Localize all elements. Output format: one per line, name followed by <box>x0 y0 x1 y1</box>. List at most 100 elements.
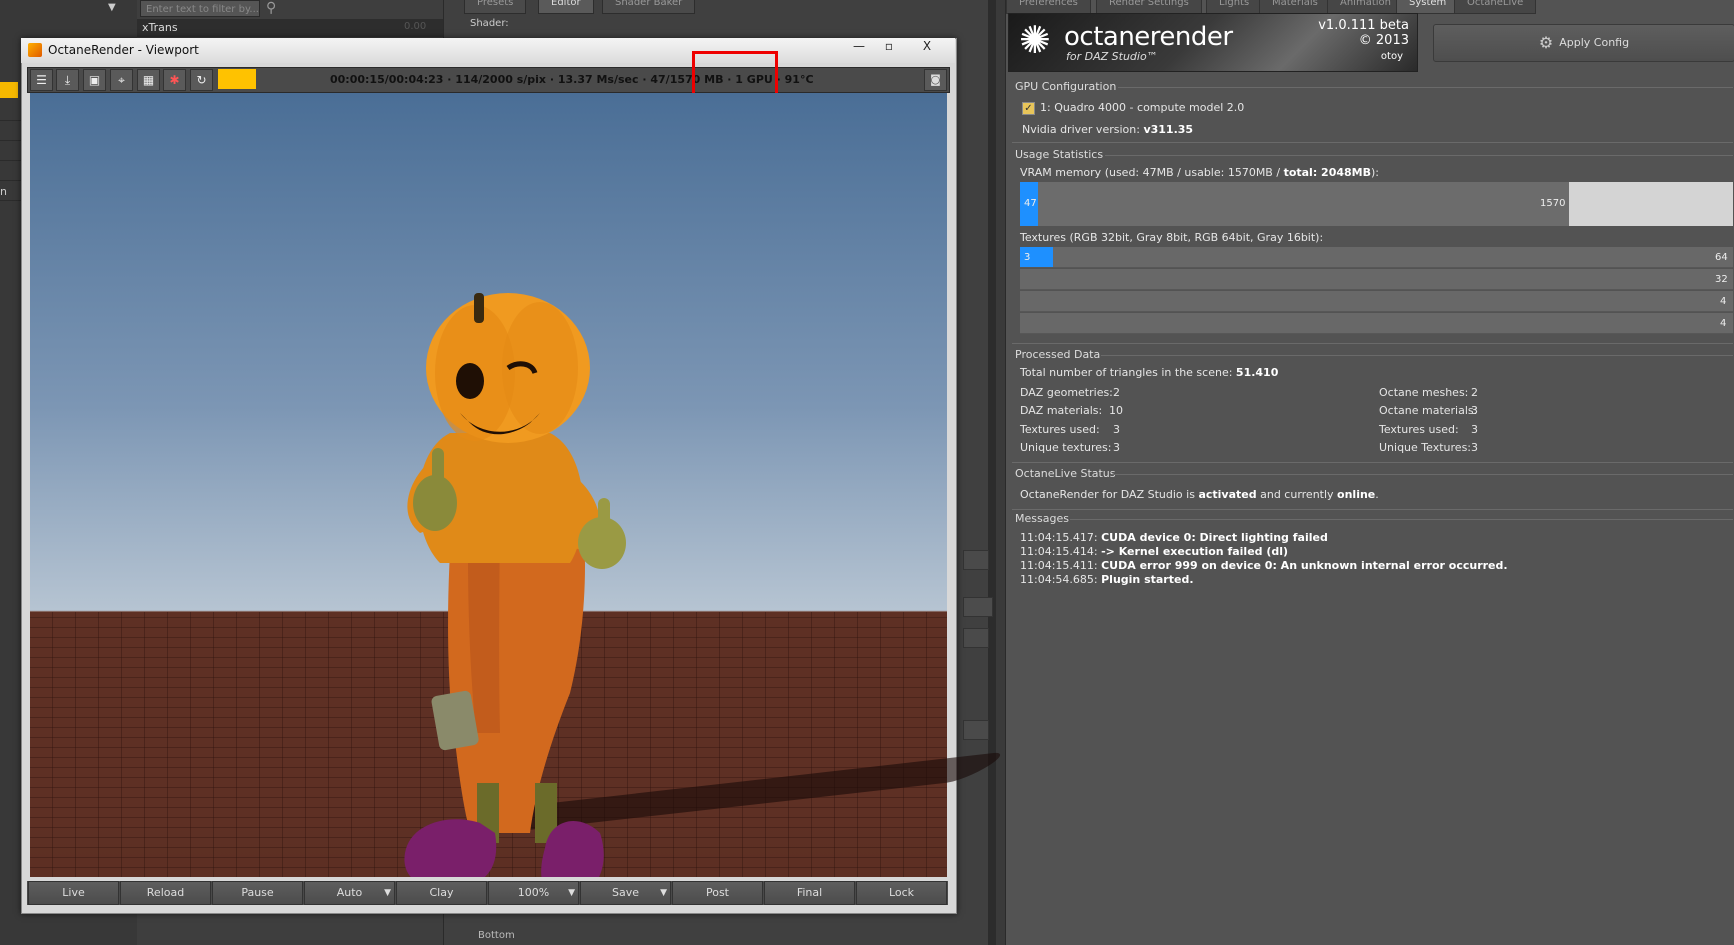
import-icon[interactable]: ⤓ <box>56 69 79 91</box>
driver-version: Nvidia driver version: v311.35 <box>1022 123 1194 136</box>
texture-max-label: 32 <box>1715 274 1728 285</box>
message-line: 11:04:15.414: -> Kernel execution failed… <box>1020 545 1289 558</box>
tab-system[interactable]: System <box>1396 0 1460 14</box>
minimize-icon[interactable]: — <box>846 38 872 55</box>
octane-textures-used-value: 3 <box>1471 423 1478 436</box>
message-line: 11:04:54.685: Plugin started. <box>1020 573 1194 586</box>
save-dropdown[interactable]: Save ▼ <box>580 881 671 905</box>
viewport-title: OctaneRender - Viewport <box>48 43 199 57</box>
octanelive-status: OctaneRender for DAZ Studio is activated… <box>1020 488 1379 501</box>
grid-icon[interactable]: ▦ <box>137 69 160 91</box>
vram-usable-label: 1570 <box>1540 198 1566 209</box>
close-icon[interactable]: X <box>914 38 940 55</box>
scrollbar[interactable] <box>988 0 996 945</box>
tab-presets[interactable]: Presets <box>464 0 527 14</box>
textures-label: Textures (RGB 32bit, Gray 8bit, RGB 64bi… <box>1020 231 1324 244</box>
vram-used-label: 47 <box>1024 198 1037 209</box>
xtrans-row[interactable]: xTrans <box>137 19 443 37</box>
triangle-count: Total number of triangles in the scene: … <box>1020 366 1279 379</box>
auto-dropdown[interactable]: Auto ▼ <box>304 881 395 905</box>
tab-shader-baker[interactable]: Shader Baker <box>602 0 696 14</box>
side-dropdown-button[interactable] <box>963 628 989 648</box>
octane-meshes-label: Octane meshes: <box>1379 386 1469 399</box>
gpu-config-header: GPU Configuration <box>1015 80 1117 93</box>
side-stub-button[interactable] <box>963 550 989 570</box>
unique-textures-value: 3 <box>1113 441 1120 454</box>
texture-bar-rgb64 <box>1020 291 1733 312</box>
zoom-dropdown[interactable]: 100% ▼ <box>488 881 579 905</box>
vram-label: VRAM memory (used: 47MB / usable: 1570MB… <box>1020 166 1380 179</box>
octane-unique-textures-value: 3 <box>1471 441 1478 454</box>
octane-meshes-value: 2 <box>1471 386 1478 399</box>
octane-logo: ✺ octanerender for DAZ Studio™ v1.0.111 … <box>1008 13 1418 72</box>
gpu-device-row[interactable]: ✓ 1: Quadro 4000 - compute model 2.0 <box>1022 101 1244 115</box>
side-stub-button[interactable] <box>963 720 989 740</box>
tab-editor[interactable]: Editor <box>538 0 594 14</box>
camera-icon[interactable]: ◙ <box>924 69 947 91</box>
chevron-down-icon: ▼ <box>660 888 667 898</box>
texture-used-label: 3 <box>1024 252 1031 263</box>
texture-bar-gray8 <box>1020 269 1733 290</box>
octanelive-header: OctaneLive Status <box>1015 467 1116 480</box>
reload-button[interactable]: Reload <box>120 881 211 905</box>
octane-app-icon <box>28 43 42 57</box>
pause-button[interactable]: Pause <box>212 881 303 905</box>
xtrans-value: 0.00 <box>404 21 427 32</box>
tab-lights[interactable]: Lights <box>1206 0 1263 14</box>
truncated-label: n <box>0 185 7 198</box>
color-swatch[interactable] <box>218 69 256 89</box>
menu-icon[interactable]: ☰ <box>30 69 53 91</box>
target-icon[interactable]: ⌖ <box>110 69 133 91</box>
octane-unique-textures-label: Unique Textures: <box>1379 441 1472 454</box>
vram-free-fill <box>1569 182 1733 226</box>
message-line: 11:04:15.417: CUDA device 0: Direct ligh… <box>1020 531 1328 544</box>
restore-icon[interactable]: ▫ <box>876 38 902 55</box>
logo-subtitle: for DAZ Studio™ <box>1066 50 1158 63</box>
tab-preferences[interactable]: Preferences <box>1006 0 1091 14</box>
color-wheel-icon[interactable]: ✱ <box>163 69 186 91</box>
texture-max-label: 64 <box>1715 252 1728 263</box>
logo-version: v1.0.111 beta © 2013 <box>1318 18 1409 48</box>
octane-materials-value: 3 <box>1471 404 1478 417</box>
chevron-down-icon: ▼ <box>568 888 575 898</box>
live-button[interactable]: Live <box>28 881 119 905</box>
gpu-checkbox[interactable]: ✓ <box>1022 101 1035 115</box>
bottom-label: Bottom <box>478 930 515 941</box>
texture-bar-gray16 <box>1020 313 1733 334</box>
texture-bar-rgb32 <box>1020 247 1733 268</box>
message-line: 11:04:15.411: CUDA error 999 on device 0… <box>1020 559 1508 572</box>
daz-materials-value: 10 <box>1109 404 1123 417</box>
tab-materials[interactable]: Materials <box>1259 0 1331 14</box>
usage-stats-header: Usage Statistics <box>1015 148 1104 161</box>
texture-max-label: 4 <box>1720 296 1727 307</box>
post-button[interactable]: Post <box>672 881 763 905</box>
logo-maker: otoy <box>1380 51 1403 62</box>
daz-geometries-value: 2 <box>1113 386 1120 399</box>
octane-materials-label: Octane materials: <box>1379 404 1478 417</box>
textures-used-label: Textures used: <box>1020 423 1100 436</box>
daz-geometries-label: DAZ geometries: <box>1020 386 1113 399</box>
tab-render-settings[interactable]: Render Settings <box>1096 0 1202 14</box>
processed-data-header: Processed Data <box>1015 348 1101 361</box>
tab-octanelive[interactable]: OctaneLive <box>1454 0 1537 14</box>
dropdown-arrow-icon[interactable]: ▼ <box>108 2 116 13</box>
tab-animation[interactable]: Animation <box>1327 0 1404 14</box>
logo-brand: octanerender <box>1064 22 1233 52</box>
filter-input[interactable]: Enter text to filter by... <box>140 0 260 17</box>
textures-used-value: 3 <box>1113 423 1120 436</box>
clay-button[interactable]: Clay <box>396 881 487 905</box>
octane-logo-icon: ✺ <box>1019 18 1051 62</box>
lock-button[interactable]: Lock <box>856 881 947 905</box>
selected-marker <box>0 82 18 98</box>
refresh-icon[interactable]: ↻ <box>190 69 213 91</box>
daz-materials-label: DAZ materials: <box>1020 404 1103 417</box>
gear-icon: ⚙ <box>1538 33 1554 52</box>
frame-icon[interactable]: ▣ <box>83 69 106 91</box>
chevron-down-icon: ▼ <box>384 888 391 898</box>
search-icon[interactable]: ⚲ <box>266 0 276 16</box>
side-menu-icon[interactable] <box>963 597 993 617</box>
messages-header: Messages <box>1015 512 1069 525</box>
pumpkin-character <box>404 293 626 877</box>
final-button[interactable]: Final <box>764 881 855 905</box>
apply-config-button[interactable]: ⚙ Apply Config <box>1433 24 1734 62</box>
